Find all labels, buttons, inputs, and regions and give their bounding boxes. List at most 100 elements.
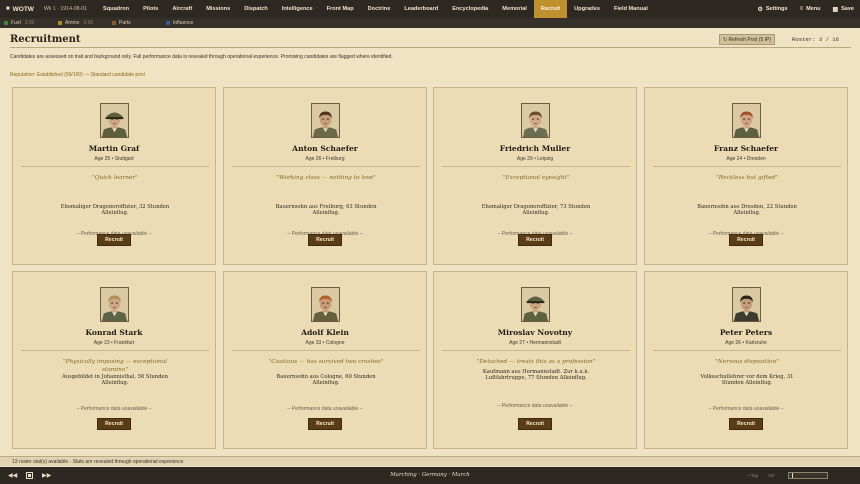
menu-icon: ≡ bbox=[799, 6, 804, 12]
performance-note: – Performance data unavailable – bbox=[76, 406, 152, 412]
candidate-age-origin: Age 25 • Stuttgart bbox=[94, 156, 134, 162]
candidate-portrait bbox=[732, 287, 761, 322]
candidate-trait: "Detached — treats this as a profession" bbox=[476, 359, 596, 365]
candidate-card: Peter Peters Age 26 • Karlsruhe "Nervous d… bbox=[644, 271, 848, 449]
app-brand-label: WOTW bbox=[12, 5, 34, 13]
candidate-age-origin: Age 33 • Cologne bbox=[305, 340, 345, 346]
candidate-background: Bauernsohn aus Freiburg, 63 Stunden Alle… bbox=[275, 204, 377, 217]
candidate-portrait bbox=[100, 287, 129, 322]
performance-note: – Performance data unavailable – bbox=[708, 406, 784, 412]
candidate-trait: "Nervous disposition" bbox=[715, 359, 779, 365]
nav-item-intelligence[interactable]: Intelligence bbox=[275, 0, 320, 18]
save-label: Save bbox=[841, 6, 854, 12]
recruit-button[interactable]: Recruit bbox=[518, 418, 552, 430]
candidate-card: Anton Schaefer Age 26 • Freiburg "Working … bbox=[223, 87, 427, 265]
candidate-portrait bbox=[311, 103, 340, 138]
status-strip: 13 roster stat(s) available · Stats are … bbox=[0, 456, 860, 466]
candidate-portrait bbox=[100, 103, 129, 138]
bottom-bar: ◀◀ ▶▶ Marching · Germany · March • Tag V… bbox=[0, 467, 860, 484]
nav-item-doctrine[interactable]: Doctrine bbox=[361, 0, 398, 18]
candidate-age-origin: Age 29 • Leipzig bbox=[516, 156, 554, 162]
menu-button[interactable]: ≡ Menu bbox=[800, 6, 821, 12]
candidate-name: Peter Peters bbox=[719, 328, 773, 337]
candidate-background: Bauernsohn aus Cologne, 60 Stunden Allei… bbox=[276, 374, 376, 387]
candidate-age-origin: Age 27 • Hermannstadt bbox=[509, 340, 561, 346]
candidate-trait: "Working class — nothing to lose" bbox=[276, 175, 376, 181]
volume-slider-thumb[interactable] bbox=[792, 473, 793, 478]
candidate-name: Martin Graf bbox=[88, 144, 140, 153]
brand-icon: ■ bbox=[6, 6, 10, 12]
recruit-button[interactable]: Recruit bbox=[729, 234, 763, 246]
resource-value: 3.00 bbox=[83, 20, 94, 26]
top-nav-bar: ■ WOTW Wk 1 · 1914-08-01 Squadron Pilots A… bbox=[0, 0, 860, 18]
nav-item-field-manual[interactable]: Field Manual bbox=[607, 0, 655, 18]
candidate-background: Bauernsohn aus Dresden, 22 Stunden Allei… bbox=[697, 204, 797, 217]
card-divider bbox=[653, 166, 841, 167]
candidate-portrait bbox=[311, 287, 340, 322]
recruit-button[interactable]: Recruit bbox=[97, 234, 131, 246]
candidate-age-origin: Age 26 • Karlsruhe bbox=[725, 340, 767, 346]
save-icon: ▦ bbox=[832, 6, 839, 13]
reputation-status: Reputation: Established (59/100) — Stand… bbox=[10, 72, 145, 78]
recruit-button[interactable]: Recruit bbox=[97, 418, 131, 430]
resource-ammo: Ammo 3.00 bbox=[58, 20, 112, 26]
card-divider bbox=[653, 350, 841, 351]
settings-label: Settings bbox=[765, 6, 788, 12]
candidate-name: Friedrich Muller bbox=[499, 144, 571, 153]
performance-note: – Performance data unavailable – bbox=[497, 403, 573, 409]
app-brand[interactable]: ■ WOTW bbox=[0, 6, 44, 13]
volume-slider[interactable] bbox=[788, 472, 828, 479]
candidate-trait: "Quick learner" bbox=[92, 175, 138, 181]
candidate-name: Konrad Stark bbox=[85, 328, 143, 337]
refresh-pool-button[interactable]: ↻ Refresh Pool (5 IP) bbox=[719, 34, 775, 45]
main-nav: Squadron Pilots Aircraft Missions Dispatch In… bbox=[96, 0, 655, 18]
candidate-name: Franz Schaefer bbox=[713, 144, 779, 153]
recruit-button[interactable]: Recruit bbox=[308, 234, 342, 246]
nav-item-encyclopedia[interactable]: Encyclopedia bbox=[445, 0, 495, 18]
candidate-name: Miroslav Novotny bbox=[497, 328, 573, 337]
nav-item-pilots[interactable]: Pilots bbox=[136, 0, 165, 18]
candidate-portrait bbox=[521, 103, 550, 138]
week-label: Wk 1 · 1914-08-01 bbox=[44, 6, 87, 12]
ammo-icon bbox=[58, 21, 62, 25]
fuel-icon bbox=[4, 21, 8, 25]
settings-button[interactable]: ⚙ Settings bbox=[757, 6, 787, 13]
resource-label: Influence bbox=[173, 20, 194, 26]
top-actions: ⚙ Settings ≡ Menu ▦ Save bbox=[745, 0, 854, 18]
candidate-name: Adolf Klein bbox=[301, 328, 349, 337]
nav-item-recruit[interactable]: Recruit bbox=[533, 0, 568, 18]
candidate-card: Adolf Klein Age 33 • Cologne "Cautious — h… bbox=[223, 271, 427, 449]
save-button[interactable]: ▦ Save bbox=[832, 6, 854, 13]
nav-item-front-map[interactable]: Front Map bbox=[320, 0, 361, 18]
nav-item-leaderboard[interactable]: Leaderboard bbox=[397, 0, 445, 18]
nav-item-squadron[interactable]: Squadron bbox=[96, 0, 136, 18]
resource-bar: Fuel 3.00 Ammo 3.00 Parts Influence bbox=[0, 18, 860, 28]
candidate-background: Ehemaliger Dragoneroffizier, 32 Stunden … bbox=[60, 204, 170, 217]
candidate-trait: "Cautious — has survived two crashes" bbox=[268, 359, 384, 365]
nav-item-memorial[interactable]: Memorial bbox=[495, 0, 534, 18]
recruit-button[interactable]: Recruit bbox=[729, 418, 763, 430]
card-divider bbox=[442, 166, 630, 167]
card-divider bbox=[442, 350, 630, 351]
candidate-name: Anton Schaefer bbox=[292, 144, 358, 153]
card-divider bbox=[232, 166, 420, 167]
nav-item-dispatch[interactable]: Dispatch bbox=[237, 0, 275, 18]
nav-item-aircraft[interactable]: Aircraft bbox=[165, 0, 199, 18]
nav-item-upgrades[interactable]: Upgrades bbox=[567, 0, 607, 18]
resource-label: Fuel bbox=[11, 20, 21, 26]
card-divider bbox=[21, 350, 209, 351]
resource-parts: Parts bbox=[112, 20, 166, 26]
recruit-button[interactable]: Recruit bbox=[518, 234, 552, 246]
candidate-age-origin: Age 26 • Freiburg bbox=[305, 156, 345, 162]
nav-item-missions[interactable]: Missions bbox=[199, 0, 237, 18]
roster-count: Roster: 3 / 16 bbox=[792, 36, 839, 43]
recruit-button[interactable]: Recruit bbox=[308, 418, 342, 430]
candidate-card: Martin Graf Age 25 • Stuttgart "Quick lear… bbox=[12, 87, 216, 265]
resource-value: 3.00 bbox=[24, 20, 35, 26]
resource-fuel: Fuel 3.00 bbox=[4, 20, 58, 26]
card-divider bbox=[21, 166, 209, 167]
gear-icon: ⚙ bbox=[757, 6, 763, 13]
candidate-card: Miroslav Novotny Age 27 • Hermannstadt "De… bbox=[433, 271, 637, 449]
menu-label: Menu bbox=[806, 6, 821, 12]
candidate-background: Ehemaliger Dragoneroffizier, 73 Stunden … bbox=[481, 204, 591, 217]
